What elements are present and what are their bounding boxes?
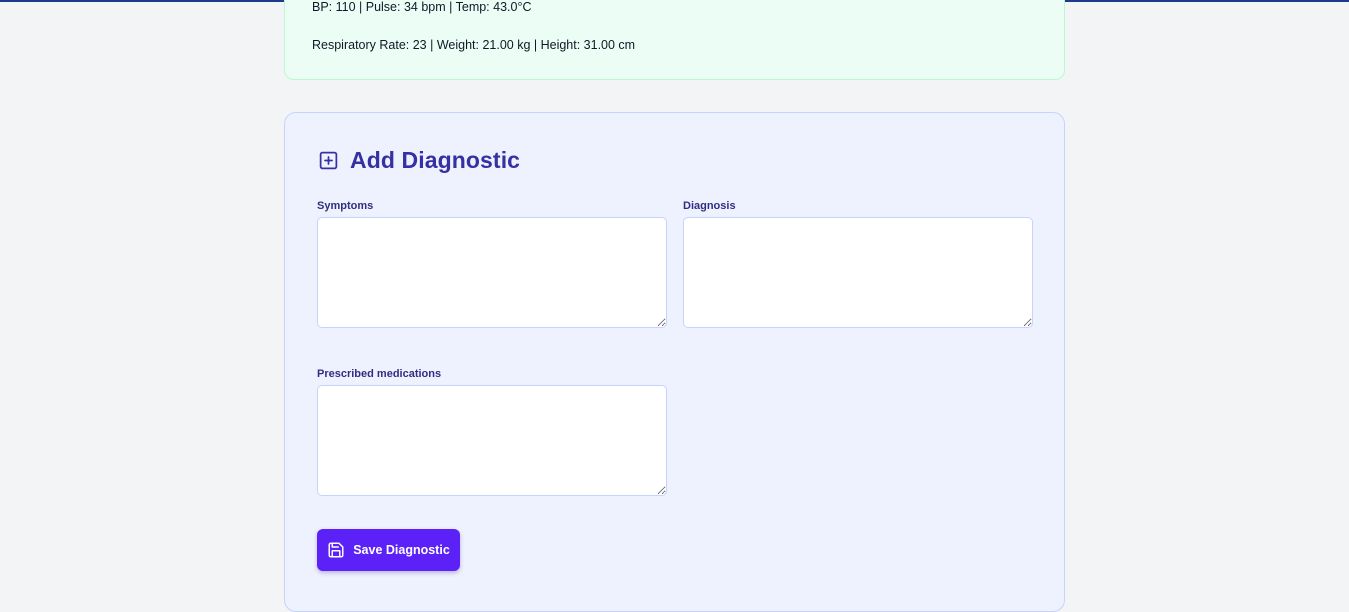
save-diagnostic-button[interactable]: Save Diagnostic bbox=[317, 529, 460, 571]
diagnosis-textarea[interactable] bbox=[683, 217, 1033, 328]
medications-textarea[interactable] bbox=[317, 385, 667, 496]
plus-square-icon bbox=[318, 150, 339, 171]
save-icon bbox=[327, 541, 345, 559]
symptoms-textarea[interactable] bbox=[317, 217, 667, 328]
save-button-label: Save Diagnostic bbox=[353, 543, 450, 557]
medications-label: Prescribed medications bbox=[317, 368, 442, 380]
section-title: Add Diagnostic bbox=[350, 147, 521, 173]
diagnosis-label: Diagnosis bbox=[683, 200, 736, 212]
symptoms-label: Symptoms bbox=[317, 200, 374, 212]
vitals-line-blood-pressure: BP: 110 | Pulse: 34 bpm | Temp: 43.0°C bbox=[312, 0, 532, 14]
section-header: Add Diagnostic bbox=[318, 147, 520, 174]
vitals-line-respiratory: Respiratory Rate: 23 | Weight: 21.00 kg … bbox=[312, 38, 636, 52]
add-diagnostic-card: Add Diagnostic Symptoms Diagnosis Prescr… bbox=[284, 112, 1065, 612]
vitals-summary-card: BP: 110 | Pulse: 34 bpm | Temp: 43.0°C R… bbox=[284, 0, 1065, 80]
